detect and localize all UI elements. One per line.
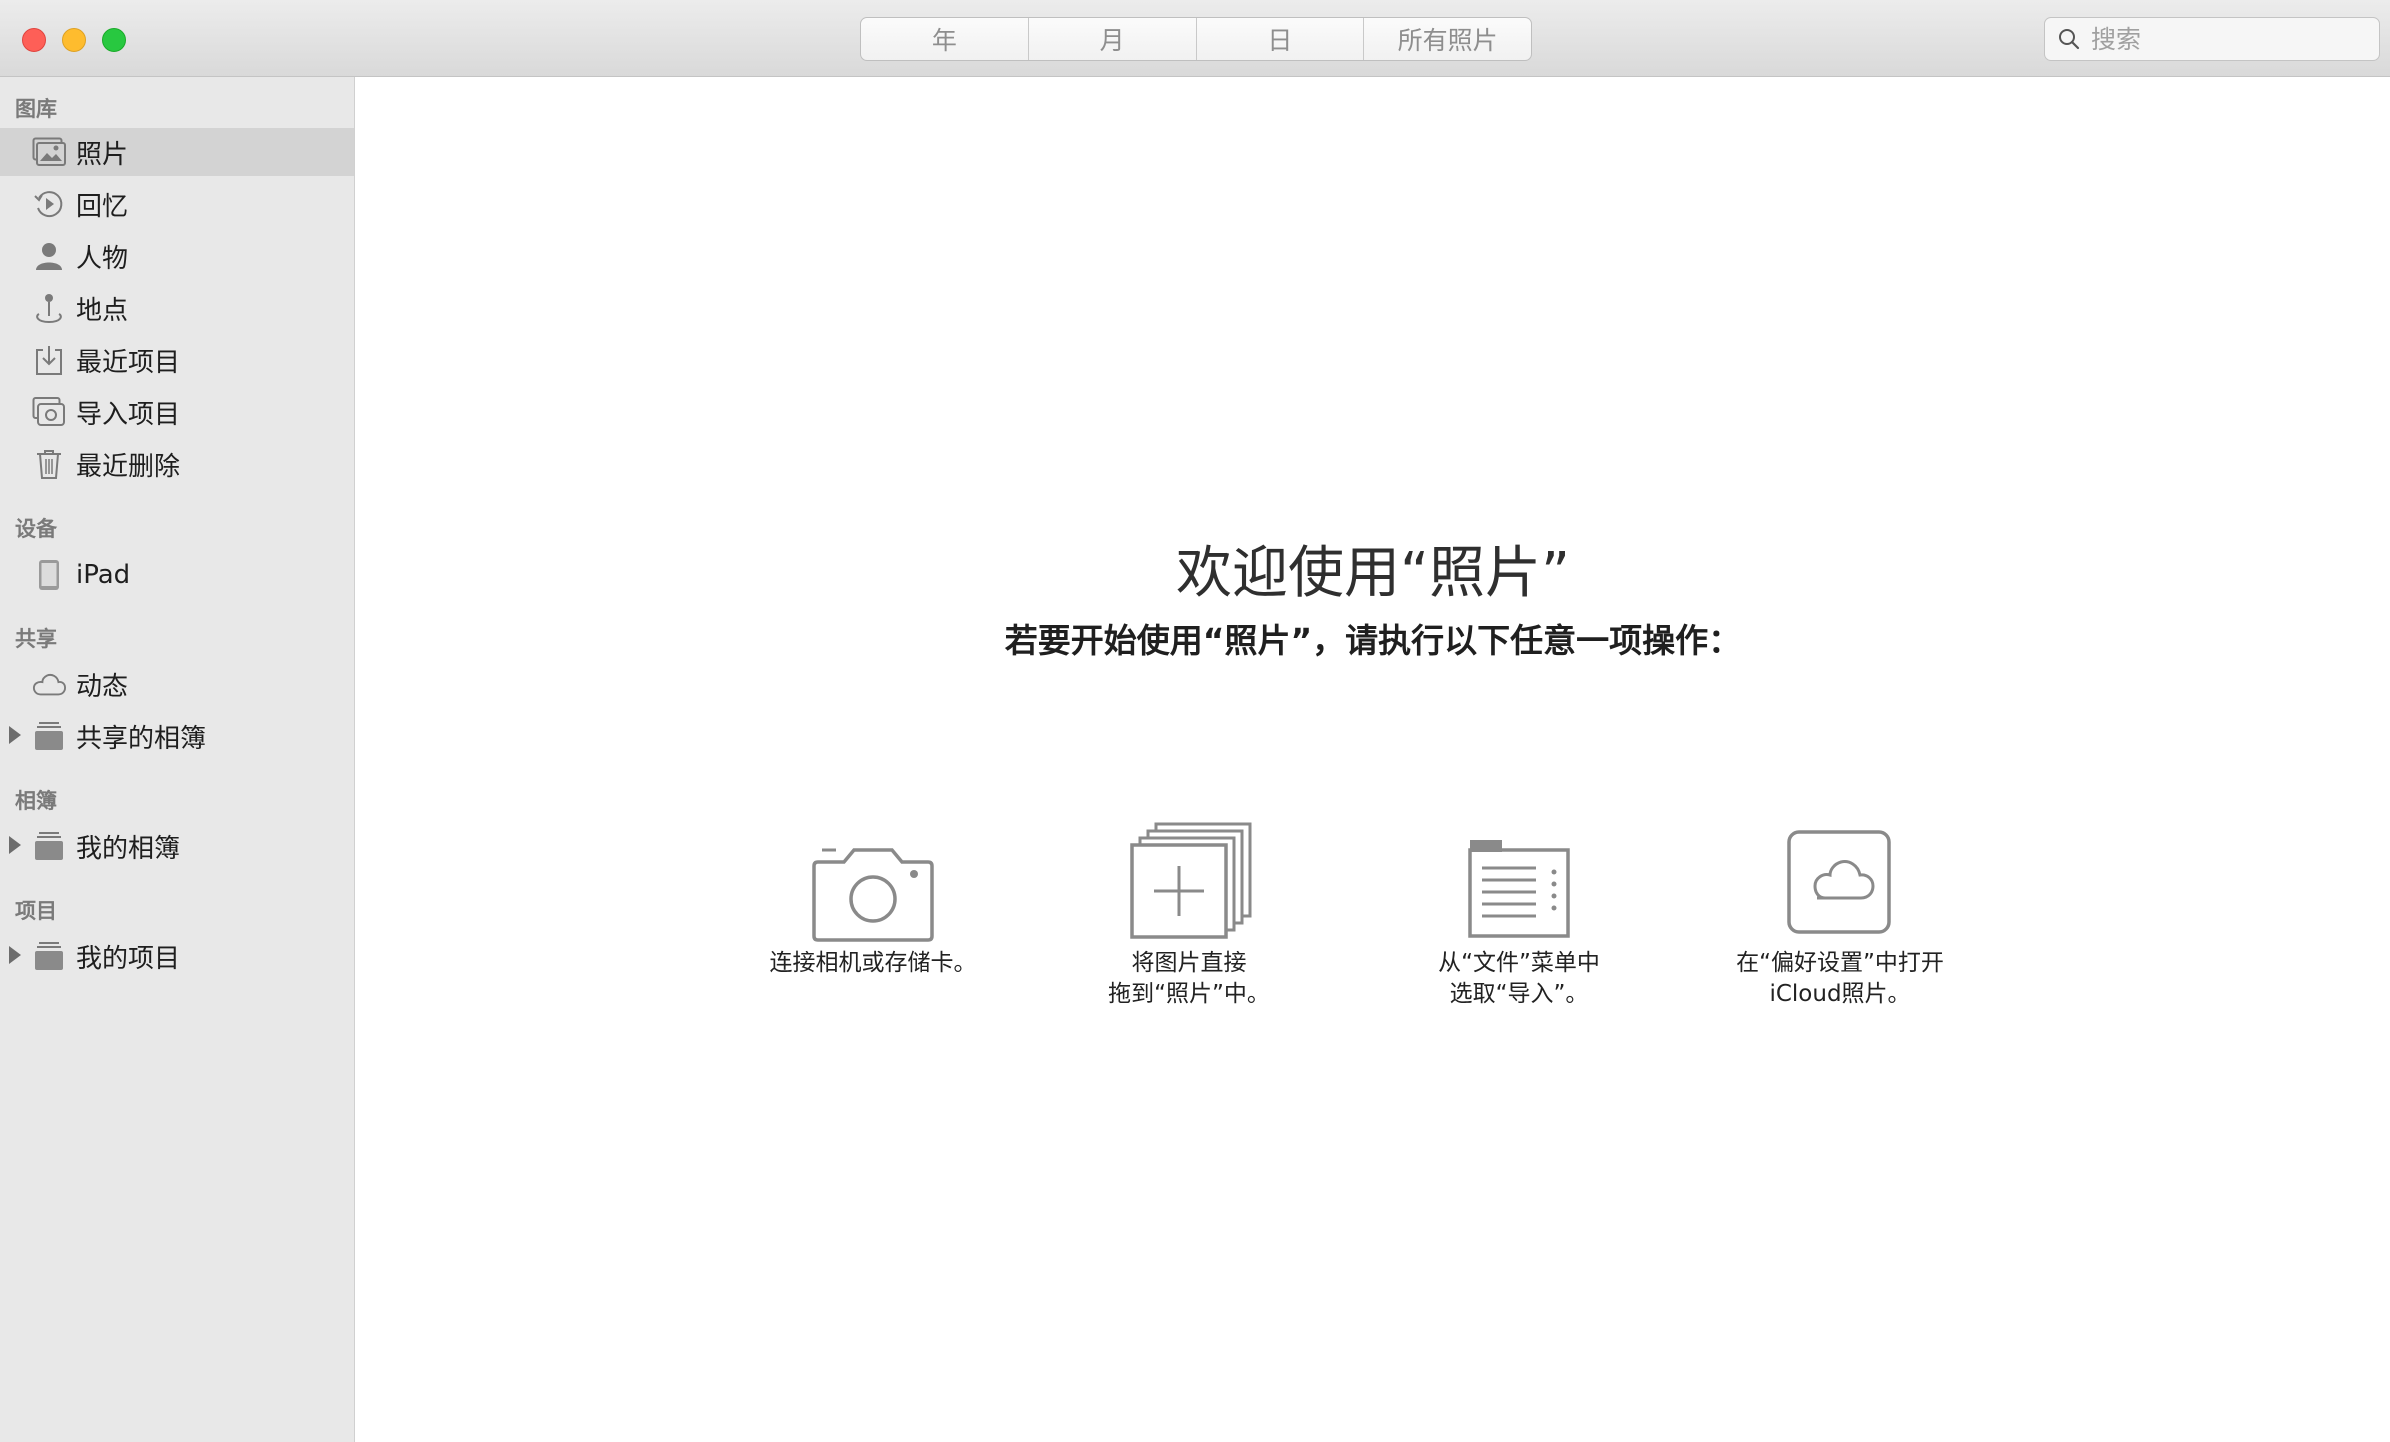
sidebar-item-label: 人物 xyxy=(76,243,129,274)
memories-icon xyxy=(32,188,66,220)
sidebar-item-label: 照片 xyxy=(76,139,129,170)
option-caption-line1: 连接相机或存储卡。 xyxy=(769,950,977,976)
segment-years[interactable]: 年 xyxy=(861,18,1029,60)
search-input[interactable] xyxy=(2089,23,2363,55)
option-connect-camera: 连接相机或存储卡。 xyxy=(733,748,1013,979)
camera-icon xyxy=(812,848,934,942)
download-tray-icon xyxy=(32,344,66,376)
sidebar-item-label: 我的相簿 xyxy=(76,833,181,864)
sidebar-item-my-albums[interactable]: 我的相簿 xyxy=(0,822,354,870)
segment-all-photos[interactable]: 所有照片 xyxy=(1364,18,1531,60)
sidebar-item-label: 共享的相簿 xyxy=(76,723,207,754)
section-header-library: 图库 xyxy=(15,97,57,121)
icloud-icon xyxy=(1787,830,1891,934)
sidebar-item-label: 动态 xyxy=(76,671,129,702)
option-caption-line2: 拖到“照片”中。 xyxy=(1108,981,1270,1007)
disclosure-triangle-icon[interactable] xyxy=(9,946,21,964)
segment-months[interactable]: 月 xyxy=(1029,18,1197,60)
sidebar-item-shared-albums[interactable]: 共享的相簿 xyxy=(0,712,354,760)
photos-icon xyxy=(32,136,66,168)
sidebar-item-label: 回忆 xyxy=(76,191,129,222)
file-menu-icon xyxy=(1468,840,1570,938)
sidebar-item-label: 最近删除 xyxy=(76,451,181,482)
segment-days[interactable]: 日 xyxy=(1197,18,1365,60)
sidebar-item-ipad[interactable]: iPad xyxy=(0,551,354,599)
welcome-title: 欢迎使用“照片” xyxy=(1175,541,1571,606)
map-pin-icon xyxy=(32,292,66,324)
sidebar-item-memories[interactable]: 回忆 xyxy=(0,180,354,228)
option-caption-line2: 选取“导入”。 xyxy=(1449,981,1589,1007)
option-caption-line2: iCloud照片。 xyxy=(1769,981,1911,1007)
sidebar-item-photos[interactable]: 照片 xyxy=(0,128,354,176)
option-drag-images: 将图片直接 拖到“照片”中。 xyxy=(1049,748,1329,1010)
search-field[interactable] xyxy=(2044,17,2380,61)
sidebar-item-my-projects[interactable]: 我的项目 xyxy=(0,932,354,980)
sidebar-item-places[interactable]: 地点 xyxy=(0,284,354,332)
section-header-albums: 相簿 xyxy=(15,789,57,813)
minimize-window-button[interactable] xyxy=(62,28,86,52)
sidebar-item-activity[interactable]: 动态 xyxy=(0,660,354,708)
album-stack-icon xyxy=(32,830,66,862)
ipad-icon xyxy=(32,559,66,591)
sidebar-item-label: 导入项目 xyxy=(76,399,181,430)
sidebar-item-label: iPad xyxy=(76,560,131,590)
option-caption-line1: 将图片直接 xyxy=(1131,950,1247,976)
sidebar-item-label: 我的项目 xyxy=(76,943,181,974)
main-content: 欢迎使用“照片” 若要开始使用“照片”，请执行以下任意一项操作： 连接相机或存储… xyxy=(356,78,2390,1442)
title-bar: 年 月 日 所有照片 xyxy=(0,0,2390,77)
sidebar: 图库 照片 回忆 人物 地点 最近项目 导入项目 最近删除 设备 iPad 共享… xyxy=(0,77,355,1442)
disclosure-triangle-icon[interactable] xyxy=(9,836,21,854)
option-caption-line1: 在“偏好设置”中打开 xyxy=(1736,950,1944,976)
disclosure-triangle-icon[interactable] xyxy=(9,726,21,744)
trash-icon xyxy=(32,448,66,480)
sidebar-item-label: 最近项目 xyxy=(76,347,181,378)
option-caption-line1: 从“文件”菜单中 xyxy=(1438,950,1600,976)
sidebar-item-recents[interactable]: 最近项目 xyxy=(0,336,354,384)
sidebar-item-imports[interactable]: 导入项目 xyxy=(0,388,354,436)
sidebar-item-label: 地点 xyxy=(76,295,129,326)
import-camera-icon xyxy=(32,396,66,428)
cloud-icon xyxy=(32,668,66,700)
zoom-window-button[interactable] xyxy=(102,28,126,52)
section-header-shared: 共享 xyxy=(15,627,57,651)
person-icon xyxy=(32,240,66,272)
search-icon xyxy=(2059,29,2080,50)
option-file-menu-import: 从“文件”菜单中 选取“导入”。 xyxy=(1379,748,1659,1010)
option-icloud-photos: 在“偏好设置”中打开 iCloud照片。 xyxy=(1700,748,1980,1010)
view-segmented-control: 年 月 日 所有照片 xyxy=(860,17,1532,61)
close-window-button[interactable] xyxy=(22,28,46,52)
album-stack-icon xyxy=(32,940,66,972)
welcome-subtitle: 若要开始使用“照片”，请执行以下任意一项操作： xyxy=(1004,621,1742,660)
sidebar-item-recently-deleted[interactable]: 最近删除 xyxy=(0,440,354,488)
section-header-devices: 设备 xyxy=(15,517,57,541)
drag-photos-icon xyxy=(1130,822,1252,939)
album-stack-icon xyxy=(32,720,66,752)
section-header-projects: 项目 xyxy=(15,899,57,923)
sidebar-item-people[interactable]: 人物 xyxy=(0,232,354,280)
